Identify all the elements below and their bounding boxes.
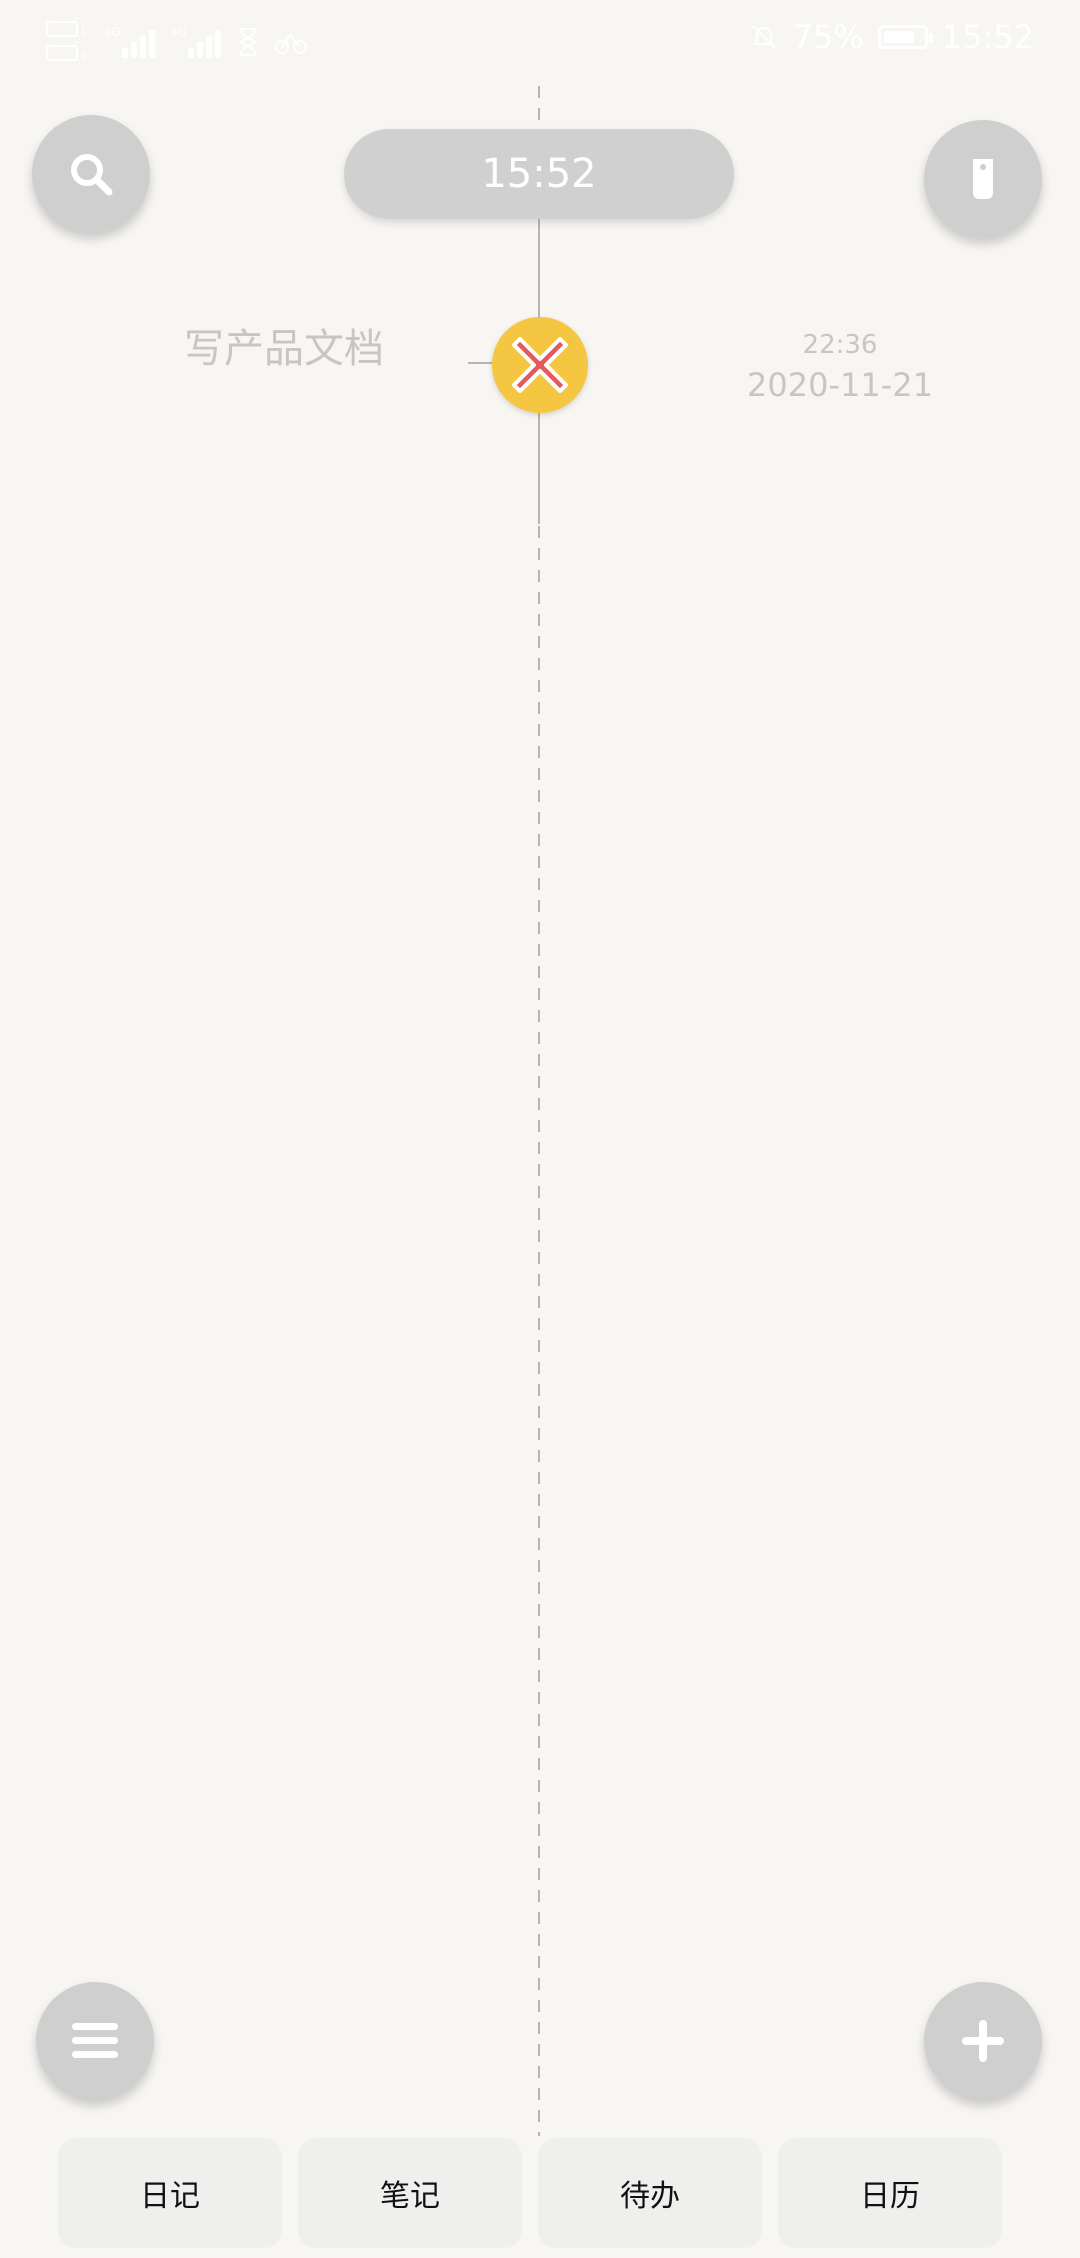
signal-4g-icon: 4G xyxy=(104,25,155,58)
status-left-icons: 1 2 4G 4G xyxy=(46,16,308,68)
plus-icon xyxy=(962,2020,1004,2062)
mute-bell-icon xyxy=(751,25,776,49)
bottom-tabs: 日记 笔记 待办 日历 xyxy=(58,2138,1008,2258)
signal-4g-2-icon: 4G xyxy=(170,25,221,58)
tab-diary[interactable]: 日记 xyxy=(58,2138,282,2248)
search-icon xyxy=(71,154,113,196)
close-icon xyxy=(512,337,568,393)
current-time-pill[interactable]: 15:52 xyxy=(344,129,734,219)
svg-text:1: 1 xyxy=(80,26,86,37)
svg-text:2: 2 xyxy=(80,52,86,63)
menu-button[interactable] xyxy=(36,1982,154,2100)
task-title[interactable]: 写产品文档 xyxy=(184,316,384,374)
tab-calendar[interactable]: 日历 xyxy=(778,2138,1002,2248)
current-time: 15:52 xyxy=(481,151,597,197)
hd-icon: 1 2 xyxy=(46,21,86,63)
battery-icon xyxy=(877,25,933,49)
task-status-button[interactable] xyxy=(492,317,588,413)
status-time: 15:52 xyxy=(941,18,1034,56)
tab-todo[interactable]: 待办 xyxy=(538,2138,762,2248)
search-button[interactable] xyxy=(32,115,150,233)
tag-button[interactable] xyxy=(924,120,1042,238)
svg-text:4G: 4G xyxy=(170,25,187,39)
task-date: 2020-11-21 xyxy=(747,366,933,404)
tab-notes[interactable]: 笔记 xyxy=(298,2138,522,2248)
svg-text:4G: 4G xyxy=(104,25,121,39)
status-bar: 1 2 4G 4G 75% 15:52 xyxy=(0,0,1080,84)
tag-icon xyxy=(973,159,993,199)
battery-percent: 75% xyxy=(792,18,864,56)
app-notification-icon xyxy=(275,33,307,54)
add-button[interactable] xyxy=(924,1982,1042,2100)
hourglass-icon xyxy=(239,28,257,56)
menu-icon xyxy=(72,2023,118,2058)
task-time: 22:36 xyxy=(802,330,878,360)
status-right-icons: 75% 15:52 xyxy=(749,18,1034,56)
